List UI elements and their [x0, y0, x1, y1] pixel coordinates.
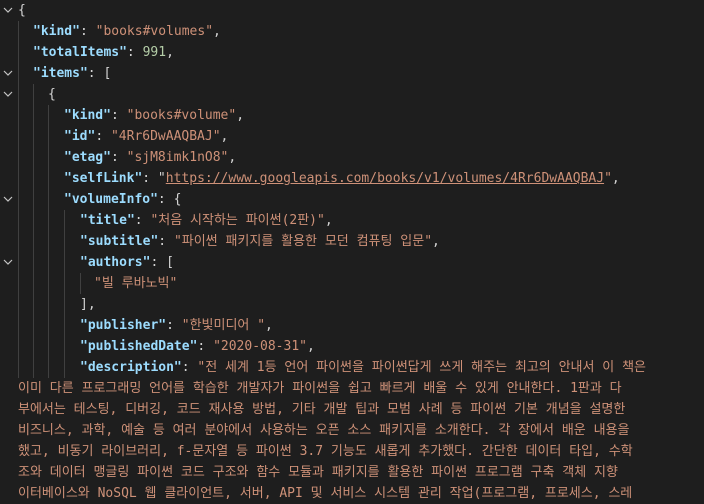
chevron-down-icon[interactable]: [0, 189, 16, 210]
json-key: "subtitle": [80, 234, 159, 249]
code-line: "subtitle": "파이썬 패키지를 활용한 모던 컴퓨팅 입문",: [0, 231, 704, 252]
code-line: "authors": [: [0, 252, 704, 273]
json-key: "publisher": [80, 318, 167, 333]
chevron-down-icon[interactable]: [0, 252, 16, 273]
json-key: "title": [80, 213, 135, 228]
code-line: {: [0, 0, 704, 21]
description-wrap-line: 이미 다른 프로그래밍 언어를 학습한 개발자가 파이썬을 쉽고 빠르게 배울 …: [18, 381, 622, 396]
json-string-value: "한빛미디어 ": [181, 318, 266, 333]
brace-open: {: [18, 3, 26, 18]
json-viewer: { "kind": "books#volumes", "totalItems":…: [0, 0, 704, 504]
code-line: "publisher": "한빛미디어 ",: [0, 315, 704, 336]
json-key: "etag": [64, 150, 111, 165]
chevron-down-icon[interactable]: [0, 84, 16, 105]
json-string-value: "2020-08-31": [213, 339, 307, 354]
json-key: "totalItems": [33, 45, 127, 60]
code-line: "publishedDate": "2020-08-31",: [0, 336, 704, 357]
self-link[interactable]: https://www.googleapis.com/books/v1/volu…: [166, 171, 604, 186]
code-line: "etag": "sjM8imk1nO8",: [0, 147, 704, 168]
code-line: "items": [: [0, 63, 704, 84]
json-key: "description": [80, 360, 182, 375]
code-line: "id": "4Rr6DwAAQBAJ",: [0, 126, 704, 147]
description-wrap-line: 조와 데이터 맹글링 파이썬 코드 구조와 함수 모듈과 패키지를 활용한 파이…: [18, 465, 618, 480]
description-wrap-line: 했고, 비동기 라이브러리, f-문자열 등 파이썬 3.7 기능도 새롭게 추…: [18, 444, 633, 459]
chevron-down-icon[interactable]: [0, 63, 16, 84]
json-key: "items": [33, 66, 88, 81]
description-wrap-line: 부에서는 테스팅, 디버깅, 코드 재사용 방법, 기타 개발 팁과 모범 사례…: [18, 402, 626, 417]
json-string-value: "처음 시작하는 파이썬(2판)": [150, 213, 325, 228]
json-key: "publishedDate": [80, 339, 198, 354]
code-line-wrapped: 했고, 비동기 라이브러리, f-문자열 등 파이썬 3.7 기능도 새롭게 추…: [0, 441, 704, 462]
code-line: "totalItems": 991,: [0, 42, 704, 63]
description-wrap-line: 이터베이스와 NoSQL 웹 클라이언트, 서버, API 및 서비스 시스템 …: [18, 486, 633, 501]
description-wrap-line: 비즈니스, 과학, 예술 등 여러 분야에서 사용하는 오픈 소스 패키지를 소…: [18, 423, 630, 438]
json-string-value: "파이썬 패키지를 활용한 모던 컴퓨팅 입문": [173, 234, 433, 249]
json-number-value: 991: [142, 45, 167, 60]
json-string-value: "전 세계 1등 언어 파이썬을 파이썬답게 쓰게 해주는 최고의 안내서 이 …: [197, 360, 646, 375]
json-key: "kind": [33, 24, 80, 39]
json-string-value: "sjM8imk1nO8": [126, 150, 229, 165]
code-line: "selfLink": "https://www.googleapis.com/…: [0, 168, 704, 189]
json-key: "authors": [80, 255, 151, 270]
json-key: "volumeInfo": [64, 192, 158, 207]
code-line: "kind": "books#volumes",: [0, 21, 704, 42]
code-line: "description": "전 세계 1등 언어 파이썬을 파이썬답게 쓰게…: [0, 357, 704, 378]
code-line: {: [0, 84, 704, 105]
json-string-value: "4Rr6DwAAQBAJ": [110, 129, 221, 144]
code-line-wrapped: 이터베이스와 NoSQL 웹 클라이언트, 서버, API 및 서비스 시스템 …: [0, 483, 704, 504]
json-string-value: "books#volume": [126, 108, 237, 123]
code-line-wrapped: 비즈니스, 과학, 예술 등 여러 분야에서 사용하는 오픈 소스 패키지를 소…: [0, 420, 704, 441]
json-key: "id": [64, 129, 96, 144]
code-line-wrapped: 이미 다른 프로그래밍 언어를 학습한 개발자가 파이썬을 쉽고 빠르게 배울 …: [0, 378, 704, 399]
code-line-wrapped: 부에서는 테스팅, 디버깅, 코드 재사용 방법, 기타 개발 팁과 모범 사례…: [0, 399, 704, 420]
code-line: "빌 루바노빅": [0, 273, 704, 294]
chevron-down-icon[interactable]: [0, 0, 16, 21]
code-line: ],: [0, 294, 704, 315]
json-key: "selfLink": [64, 171, 143, 186]
code-line: "volumeInfo": {: [0, 189, 704, 210]
json-string-value: "빌 루바노빅": [94, 276, 178, 291]
code-line: "title": "처음 시작하는 파이썬(2판)",: [0, 210, 704, 231]
json-string-value: "books#volumes": [95, 24, 214, 39]
code-line: "kind": "books#volume",: [0, 105, 704, 126]
json-key: "kind": [64, 108, 111, 123]
code-line-wrapped: 조와 데이터 맹글링 파이썬 코드 구조와 함수 모듈과 패키지를 활용한 파이…: [0, 462, 704, 483]
